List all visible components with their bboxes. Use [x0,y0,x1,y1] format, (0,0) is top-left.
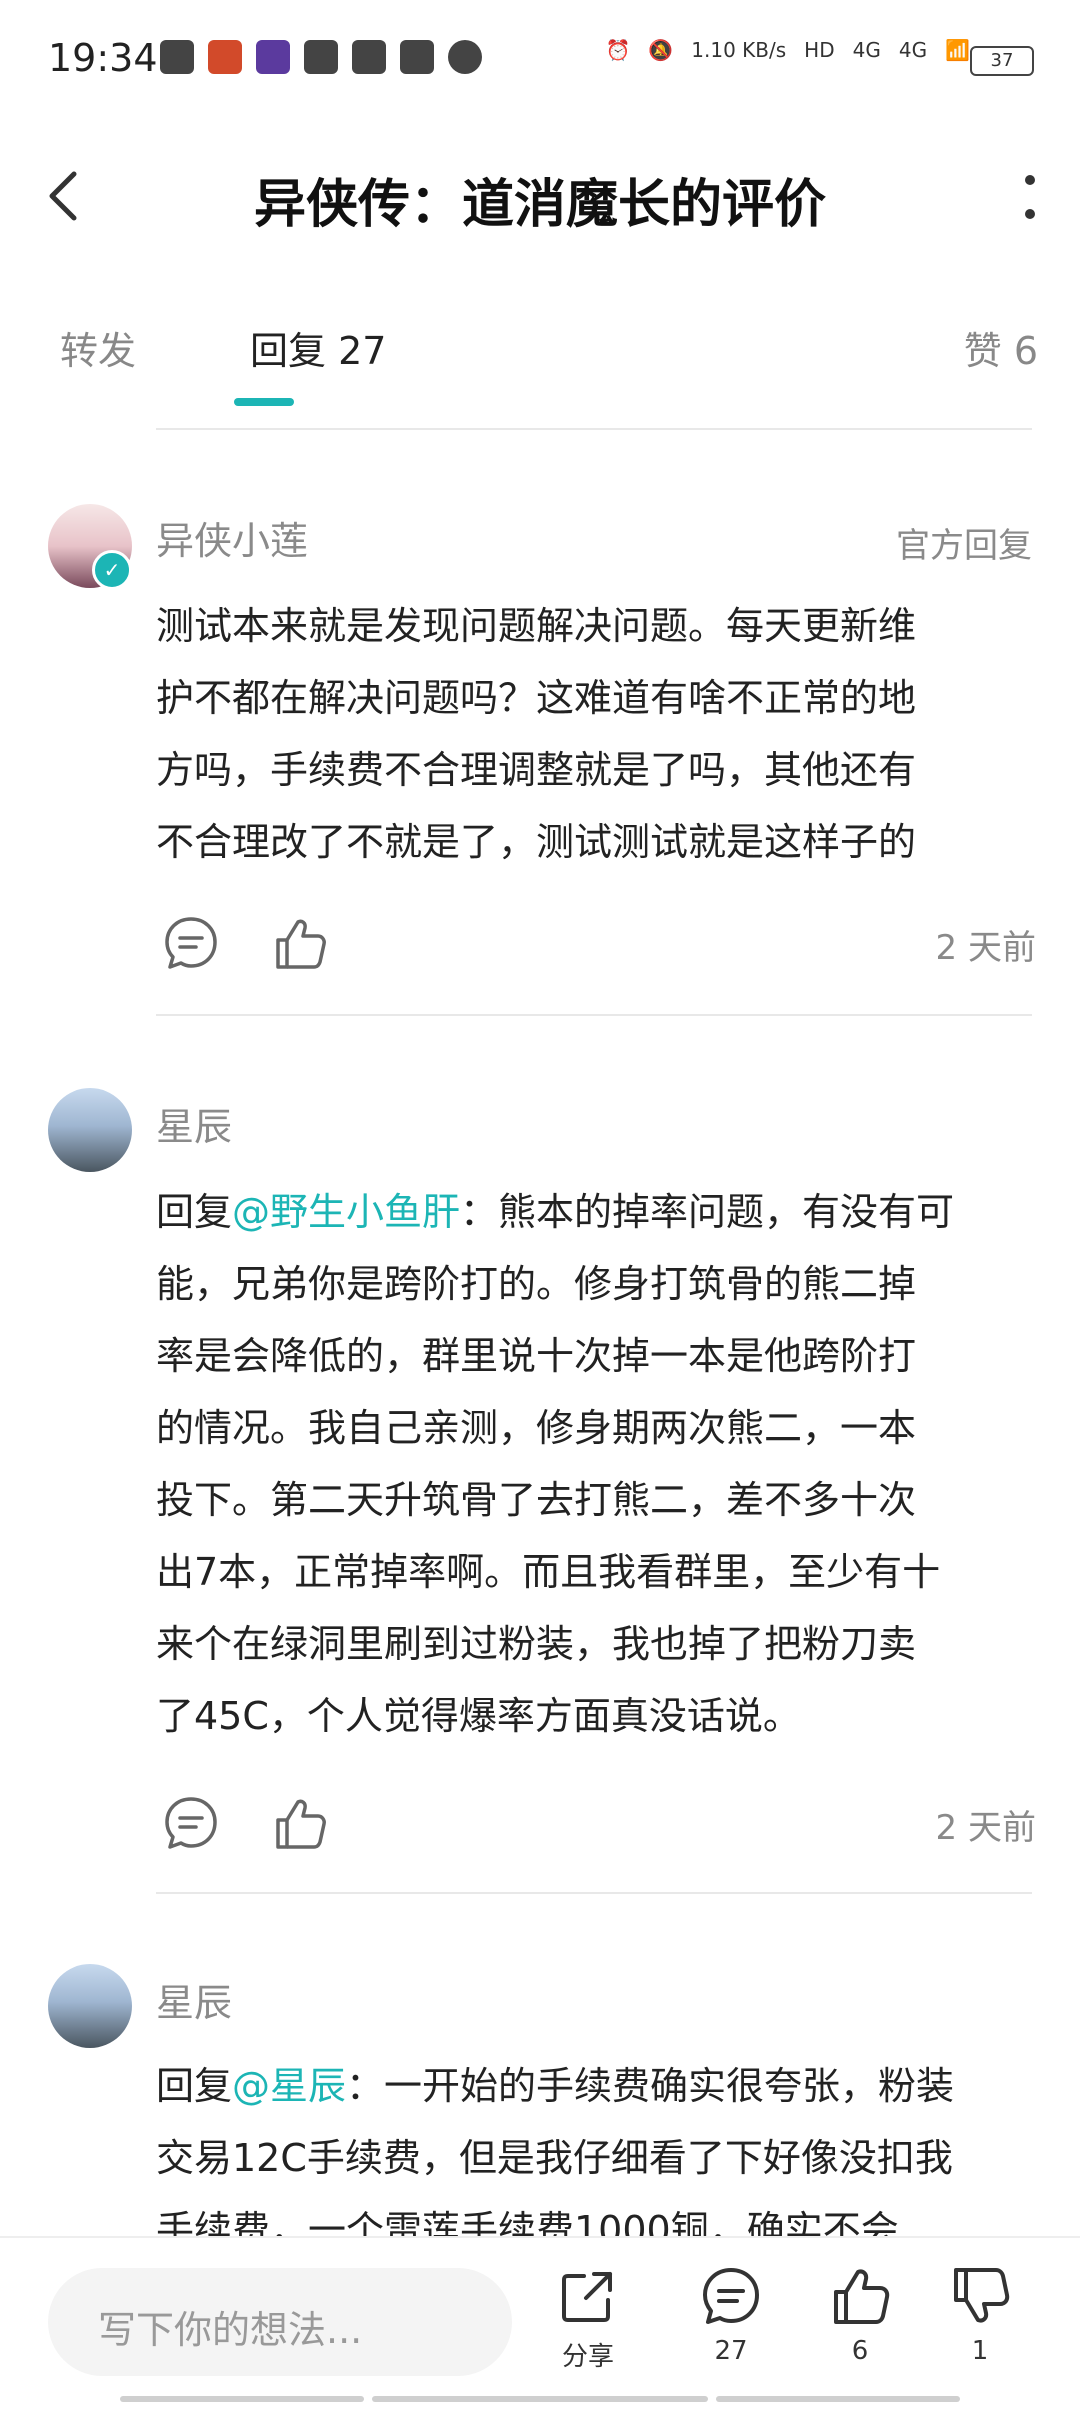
more-button[interactable] [1010,166,1050,226]
app-notification-icon [448,40,482,74]
comment-input[interactable]: 写下你的想法... [48,2268,512,2376]
comment-text: 测试本来就是发现问题解决问题。每天更新维 护不都在解决问题吗？这难道有啥不正常的… [156,590,1036,878]
verified-check-icon: ✓ [92,550,132,590]
share-button[interactable]: 分享 [538,2264,638,2373]
divider [156,428,1032,430]
avatar[interactable] [48,1964,132,2048]
comment-line: 能，兄弟你是跨阶打的。修身打筑骨的熊二掉 [156,1262,917,1306]
comment-username[interactable]: 星辰 [156,1972,232,2027]
app-notification-icon [160,40,194,74]
share-icon [562,2272,612,2322]
gesture-nav-bar[interactable] [716,2396,960,2402]
alarm-icon: ⏰ [605,38,631,62]
active-tab-indicator [234,398,294,406]
mention-link[interactable]: @星辰 [232,2064,346,2108]
comment-input-placeholder: 写下你的想法... [98,2308,363,2352]
tab-forward[interactable]: 转发 [60,320,136,375]
comment-count: 27 [714,2336,748,2366]
battery-indicator: 37 [970,46,1034,76]
thumbs-down-icon [954,2268,1010,2323]
reply-prefix: 回复 [156,2064,233,2108]
comment-line: 测试本来就是发现问题解决问题。每天更新维 [156,604,917,648]
reply-comment-icon[interactable] [162,1794,220,1852]
app-notification-icon [304,40,338,74]
comment-line: 交易12C手续费，但是我仔细看了下好像没扣我 [156,2136,953,2180]
wifi-icon: 📶 [945,38,970,62]
comment-line: 了45C，个人觉得爆率方面真没话说。 [156,1694,801,1738]
comment-line-rest: ：熊本的掉率问题，有没有可 [460,1190,955,1234]
comments-button[interactable]: 27 [681,2264,781,2366]
more-vertical-icon [1025,175,1035,219]
hd-label: HD [804,38,835,62]
reply-prefix: 回复 [156,1190,233,1234]
gesture-nav-bar[interactable] [372,2396,708,2402]
reply-comment-icon[interactable] [162,914,220,972]
app-notification-icon [256,40,290,74]
divider [156,1892,1032,1894]
comment-line-rest: ：一开始的手续费确实很夸张，粉装 [346,2064,955,2108]
tab-likes[interactable]: 赞 6 [964,320,1038,375]
comment-line: 回复@星辰：一开始的手续费确实很夸张，粉装 [156,2050,1036,2122]
comment-line: 方吗，手续费不合理调整就是了吗，其他还有 [156,748,917,792]
comment-text: 回复@星辰：一开始的手续费确实很夸张，粉装 交易12C手续费，但是我仔细看了下好… [156,2050,1036,2266]
like-icon[interactable] [270,914,328,972]
tab-bar: 转发 回复 27 赞 6 [0,300,1080,420]
comment-actions: 2 天前 [156,906,1036,976]
status-bar: 19:34 ⏰ 🔕 1.10 KB/s HD 4G 4G 📶 37 [0,0,1080,120]
like-icon[interactable] [270,1794,328,1852]
mention-link[interactable]: @野生小鱼肝 [232,1190,460,1234]
page-title: 异侠传：道消魔长的评价 [253,175,826,235]
gesture-nav-bar[interactable] [120,2396,364,2402]
app-header: 异侠传：道消魔长的评价 [0,140,1080,250]
comment-line: 出7本，正常掉率啊。而且我看群里，至少有十 [156,1550,941,1594]
signal-4g-label: 4G [852,38,881,62]
bottom-action-bar: 写下你的想法... 分享 27 6 1 [0,2236,1080,2410]
comment-line: 投下。第二天升筑骨了去打熊二，差不多十次 [156,1478,917,1522]
comment-line: 回复@野生小鱼肝：熊本的掉率问题，有没有可 [156,1176,1036,1248]
tab-replies[interactable]: 回复 27 [250,320,386,375]
app-notification-icon [400,40,434,74]
comment-line: 不合理改了不就是了，测试测试就是这样子的 [156,820,917,864]
divider [156,1014,1032,1016]
comment-line: 的情况。我自己亲测，修身期两次熊二，一本 [156,1406,917,1450]
comment-actions: 2 天前 [156,1786,1036,1856]
status-system-icons: ⏰ 🔕 1.10 KB/s HD 4G 4G 📶 [605,38,970,62]
like-count: 6 [851,2336,869,2366]
mute-icon: 🔕 [648,38,674,62]
comment-icon [703,2268,759,2324]
comment-line: 来个在绿洞里刷到过粉装，我也掉了把粉刀卖 [156,1622,917,1666]
comment-line: 护不都在解决问题吗？这难道有啥不正常的地 [156,676,917,720]
app-notification-icon [208,40,242,74]
app-notification-icon [352,40,386,74]
comment-line: 率是会降低的，群里说十次掉一本是他跨阶打 [156,1334,917,1378]
status-notification-icons [160,40,482,74]
status-time: 19:34 [48,36,158,80]
avatar[interactable] [48,1088,132,1172]
dislike-button[interactable]: 1 [930,2264,1030,2366]
like-button[interactable]: 6 [810,2264,910,2366]
network-speed: 1.10 KB/s [691,38,787,62]
comment-text: 回复@野生小鱼肝：熊本的掉率问题，有没有可 能，兄弟你是跨阶打的。修身打筑骨的熊… [156,1176,1036,1752]
comment-username[interactable]: 异侠小莲 [156,510,308,565]
dislike-count: 1 [971,2336,989,2366]
thumbs-up-icon [834,2269,890,2324]
share-label: 分享 [561,2342,614,2372]
comment-time: 2 天前 [935,928,1036,968]
comment-username[interactable]: 星辰 [156,1096,232,1151]
signal-4g-label: 4G [898,38,928,62]
official-reply-tag: 官方回复 [896,526,1032,566]
comment-time: 2 天前 [935,1808,1036,1848]
